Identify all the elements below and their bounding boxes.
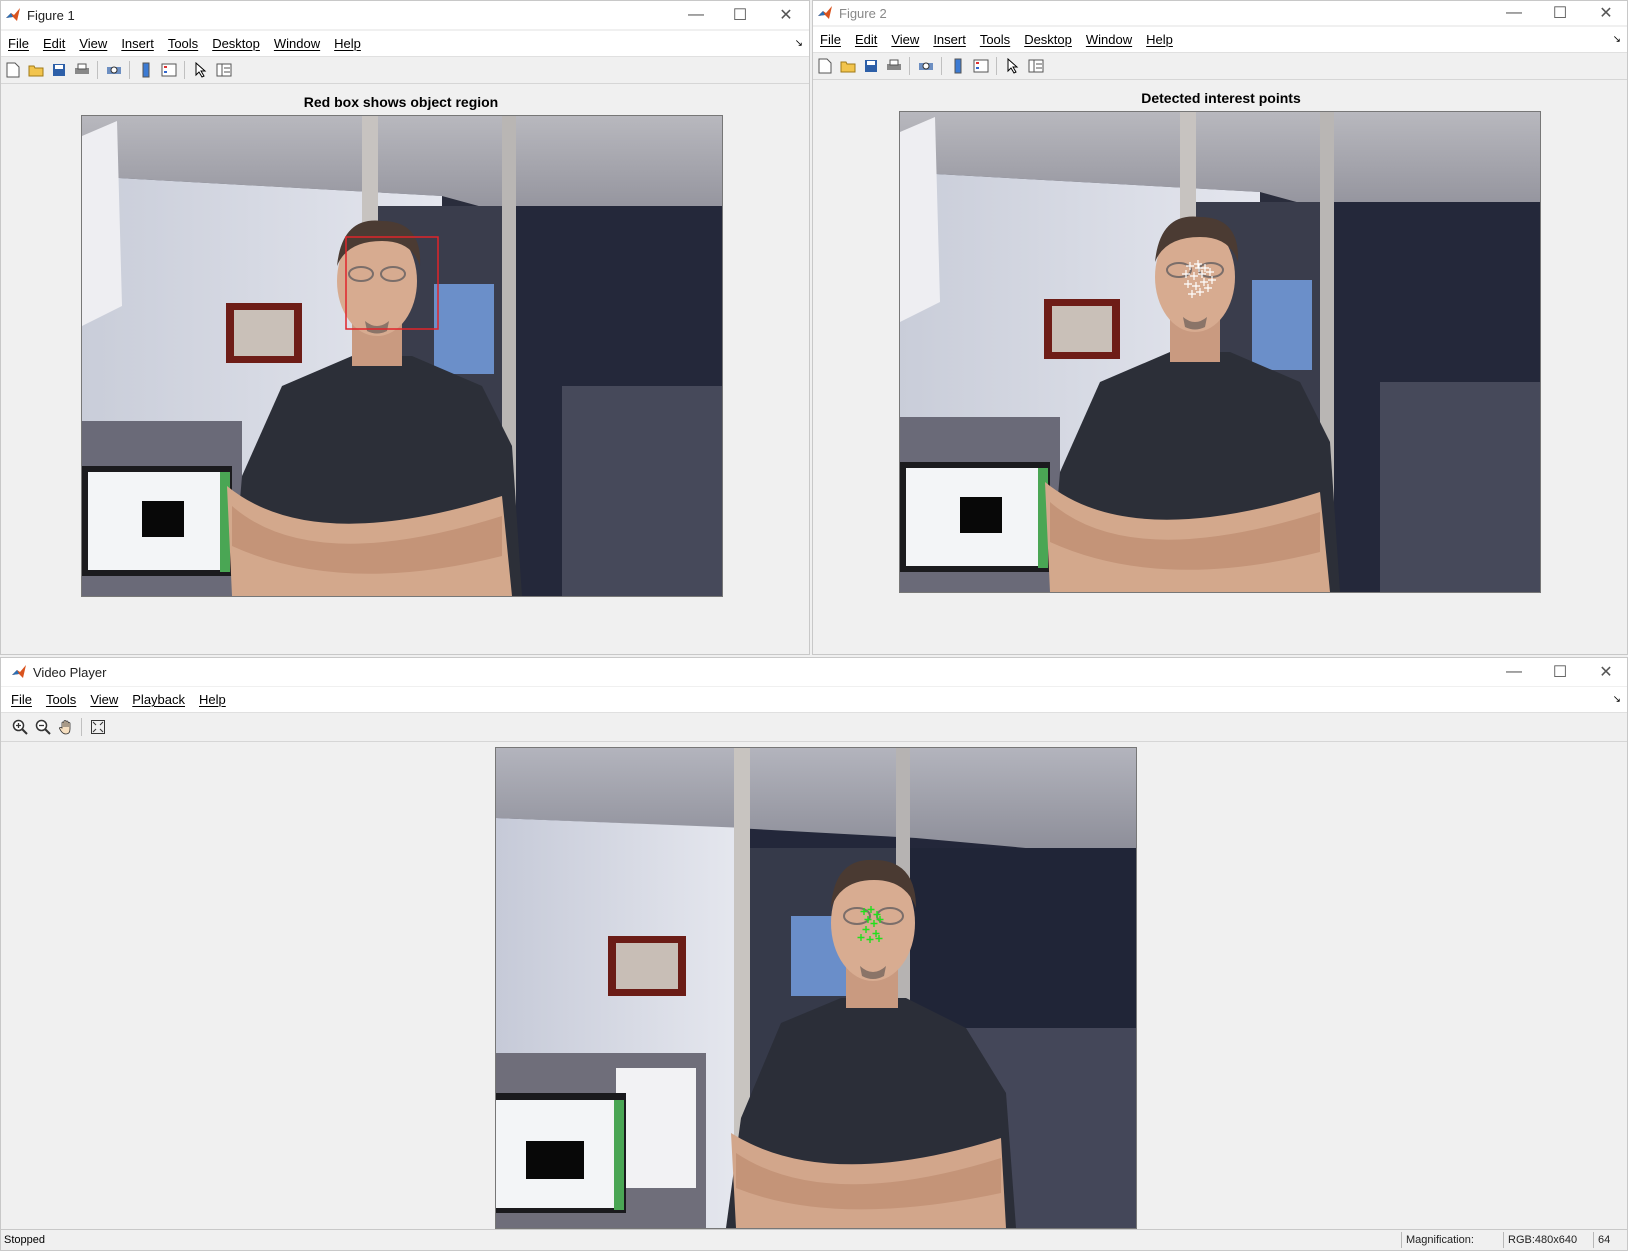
frame-number: 64	[1593, 1232, 1627, 1248]
menu-file[interactable]: File	[1, 36, 36, 51]
figure1-titlebar[interactable]: Figure 1 — ☐ ✕	[1, 1, 809, 29]
menu-playback[interactable]: Playback	[125, 692, 192, 707]
figure1-toolbar	[1, 57, 809, 84]
window-title: Figure 2	[839, 5, 887, 21]
figure2-titlebar[interactable]: Figure 2 — ☐ ✕	[813, 1, 1627, 25]
menu-window[interactable]: Window	[267, 36, 327, 51]
colorbar-icon[interactable]	[137, 61, 155, 79]
menu-edit[interactable]: Edit	[848, 32, 884, 47]
menu-window[interactable]: Window	[1079, 32, 1139, 47]
matlab-icon	[818, 6, 832, 19]
matlab-icon	[6, 8, 20, 21]
legend-icon[interactable]	[160, 61, 178, 79]
figure2-menubar: File Edit View Insert Tools Desktop Wind…	[813, 27, 1627, 53]
maximize-button[interactable]: ☐	[1537, 1, 1583, 25]
window-title: Figure 1	[27, 7, 75, 23]
menu-insert[interactable]: Insert	[114, 36, 161, 51]
new-figure-icon[interactable]	[816, 57, 834, 75]
property-inspector-icon[interactable]	[215, 61, 233, 79]
status-bar: Stopped Magnification: 100% RGB:480x640 …	[1, 1229, 1627, 1250]
menu-file[interactable]: File	[4, 692, 39, 707]
save-icon[interactable]	[862, 57, 880, 75]
video-player-titlebar[interactable]: Video Player — ☐ ✕	[1, 658, 1627, 686]
minimize-button[interactable]: —	[673, 1, 719, 29]
menu-file[interactable]: File	[813, 32, 848, 47]
video-player-menubar: File Tools View Playback Help ↘	[1, 687, 1627, 713]
toolbar-separator	[184, 61, 185, 79]
close-button[interactable]: ✕	[1583, 658, 1627, 686]
menu-desktop[interactable]: Desktop	[1017, 32, 1079, 47]
minimize-button[interactable]: —	[1491, 1, 1537, 25]
new-figure-icon[interactable]	[4, 61, 22, 79]
figure1-window: Figure 1 — ☐ ✕ File Edit View Insert Too…	[0, 0, 810, 655]
figure2-window: Figure 2 — ☐ ✕ File Edit View Insert Too…	[812, 0, 1628, 655]
zoom-out-icon[interactable]	[34, 718, 52, 736]
pan-hand-icon[interactable]	[57, 718, 75, 736]
toolbar-separator	[81, 718, 82, 736]
figure1-menubar: File Edit View Insert Tools Desktop Wind…	[1, 31, 809, 57]
video-frame	[495, 747, 1137, 1229]
colorbar-icon[interactable]	[949, 57, 967, 75]
menu-edit[interactable]: Edit	[36, 36, 72, 51]
fit-to-window-icon[interactable]	[89, 718, 107, 736]
dock-arrow-icon[interactable]: ↘	[1613, 34, 1621, 45]
matlab-icon	[12, 665, 26, 678]
minimize-button[interactable]: —	[1491, 658, 1537, 686]
magnification-readout: Magnification: 100%	[1401, 1232, 1502, 1248]
open-icon[interactable]	[27, 61, 45, 79]
print-preview-icon[interactable]	[105, 61, 123, 79]
pointer-icon[interactable]	[192, 61, 210, 79]
maximize-button[interactable]: ☐	[717, 1, 763, 29]
window-title: Video Player	[33, 664, 107, 680]
legend-icon[interactable]	[972, 57, 990, 75]
menu-view[interactable]: View	[72, 36, 114, 51]
menu-help[interactable]: Help	[1139, 32, 1180, 47]
save-icon[interactable]	[50, 61, 68, 79]
toolbar-separator	[941, 57, 942, 75]
plot-title: Red box shows object region	[303, 94, 499, 110]
status-state: Stopped	[4, 1234, 45, 1246]
dock-arrow-icon[interactable]: ↘	[1613, 694, 1621, 705]
close-button[interactable]: ✕	[1583, 1, 1627, 25]
dock-arrow-icon[interactable]: ↘	[795, 38, 803, 49]
open-icon[interactable]	[839, 57, 857, 75]
rgb-readout: RGB:480x640	[1503, 1232, 1592, 1248]
menu-view[interactable]: View	[83, 692, 125, 707]
menu-insert[interactable]: Insert	[926, 32, 973, 47]
maximize-button[interactable]: ☐	[1537, 658, 1583, 686]
pointer-icon[interactable]	[1004, 57, 1022, 75]
menu-desktop[interactable]: Desktop	[205, 36, 267, 51]
menu-tools[interactable]: Tools	[973, 32, 1017, 47]
print-preview-icon[interactable]	[917, 57, 935, 75]
menu-view[interactable]: View	[884, 32, 926, 47]
toolbar-separator	[909, 57, 910, 75]
print-icon[interactable]	[885, 57, 903, 75]
figure2-toolbar	[813, 53, 1627, 80]
print-icon[interactable]	[73, 61, 91, 79]
zoom-in-icon[interactable]	[11, 718, 29, 736]
video-player-window: Video Player — ☐ ✕ File Tools View Playb…	[0, 657, 1628, 1251]
toolbar-separator	[996, 57, 997, 75]
menu-help[interactable]: Help	[192, 692, 233, 707]
webcam-image	[81, 115, 723, 597]
menu-tools[interactable]: Tools	[161, 36, 205, 51]
property-inspector-icon[interactable]	[1027, 57, 1045, 75]
webcam-image	[899, 111, 1541, 593]
toolbar-separator	[129, 61, 130, 79]
close-button[interactable]: ✕	[763, 1, 809, 29]
toolbar-separator	[97, 61, 98, 79]
menu-help[interactable]: Help	[327, 36, 368, 51]
menu-tools[interactable]: Tools	[39, 692, 83, 707]
video-player-toolbar	[1, 713, 1627, 742]
plot-title: Detected interest points	[1141, 90, 1301, 106]
